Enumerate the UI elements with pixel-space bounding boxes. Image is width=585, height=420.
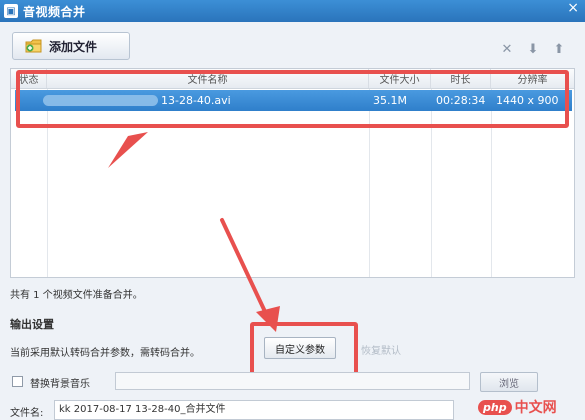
window-title: 音视频合并 bbox=[23, 4, 86, 19]
filename-input[interactable]: kk 2017-08-17 13-28-40_合并文件 bbox=[54, 400, 454, 420]
watermark-text: 中文网 bbox=[514, 400, 557, 416]
output-description: 当前采用默认转码合并参数，需转码合并。 bbox=[10, 348, 200, 359]
watermark-badge: php bbox=[478, 399, 512, 415]
bgm-path-field[interactable] bbox=[115, 372, 470, 390]
toolbar: 添加文件 ✕ ⬇ ⬆ bbox=[0, 22, 585, 68]
title-bar: ▣ 音视频合并 × bbox=[0, 0, 585, 22]
browse-button[interactable]: 浏览 bbox=[480, 372, 538, 392]
add-file-label: 添加文件 bbox=[49, 39, 98, 54]
highlight-box-button bbox=[250, 322, 358, 376]
toolbar-icons: ✕ ⬇ ⬆ bbox=[501, 42, 565, 57]
folder-add-icon bbox=[25, 39, 43, 53]
highlight-box-list bbox=[16, 70, 569, 128]
app-icon: ▣ bbox=[4, 4, 18, 18]
move-up-icon[interactable]: ⬆ bbox=[553, 42, 565, 57]
filename-label: 文件名: bbox=[10, 408, 44, 419]
close-window-button[interactable]: × bbox=[567, 0, 579, 16]
bgm-label: 替换背景音乐 bbox=[30, 379, 90, 390]
output-settings-title: 输出设置 bbox=[10, 318, 54, 331]
remove-icon[interactable]: ✕ bbox=[501, 42, 513, 57]
bgm-checkbox[interactable] bbox=[12, 376, 23, 387]
watermark: php 中文网 bbox=[478, 396, 582, 418]
move-down-icon[interactable]: ⬇ bbox=[527, 42, 539, 57]
add-file-button[interactable]: 添加文件 bbox=[12, 32, 130, 60]
file-count-text: 共有 1 个视频文件准备合并。 bbox=[10, 290, 143, 301]
